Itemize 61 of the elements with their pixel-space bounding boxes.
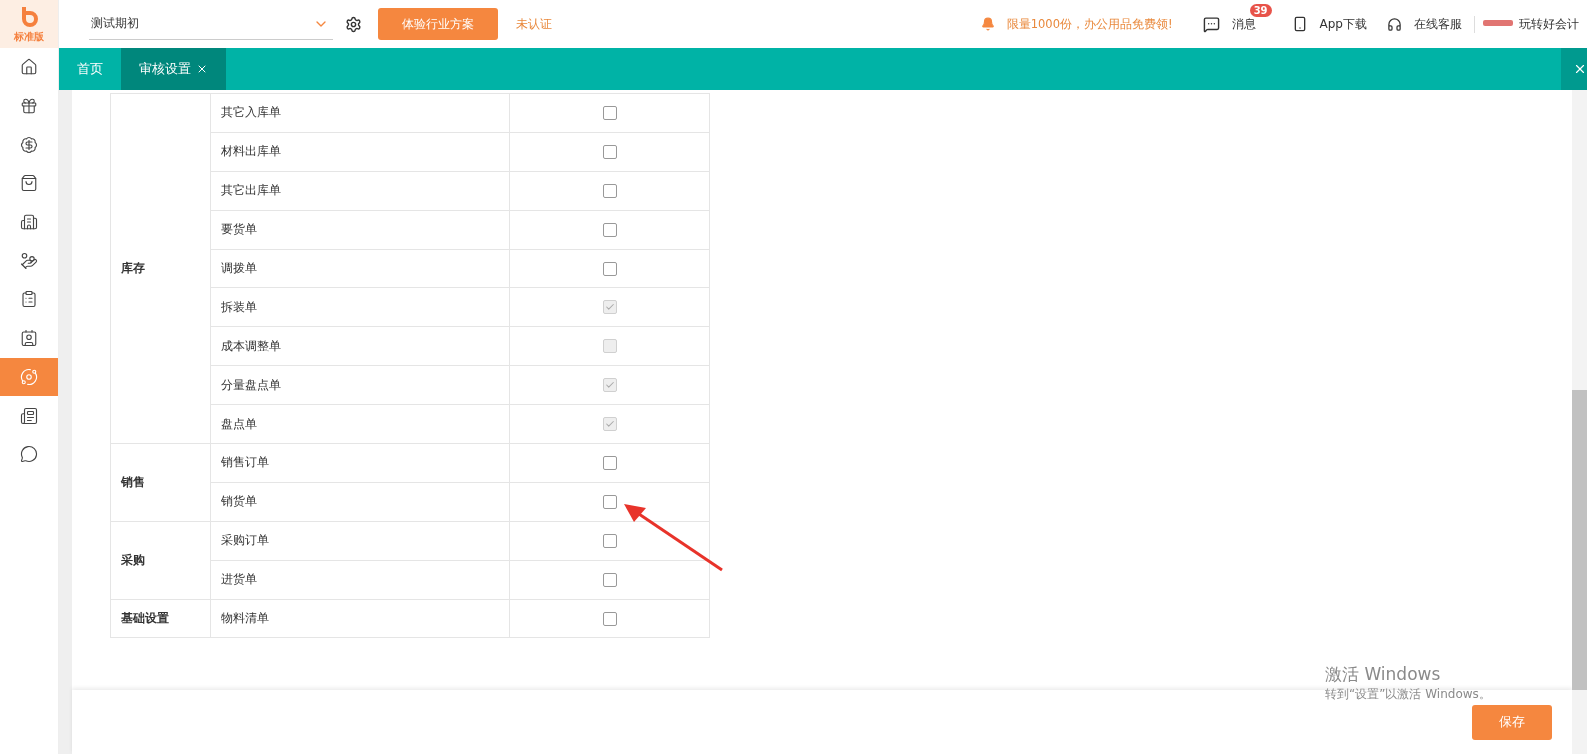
table-cell: 要货单	[211, 209, 510, 249]
home-icon	[20, 58, 38, 77]
table-cell: 采购订单	[211, 520, 510, 560]
bell-icon	[980, 17, 995, 31]
contact-card-icon	[20, 329, 38, 348]
building-icon	[20, 213, 38, 232]
gift-icon	[20, 97, 38, 116]
close-icon[interactable]	[196, 63, 208, 75]
shopping-bag-icon	[20, 174, 38, 193]
check-icon	[604, 419, 615, 430]
close-all-button[interactable]	[1561, 48, 1587, 90]
table-cell: 成本调整单	[211, 326, 510, 366]
logo-text: 标准版	[14, 29, 44, 44]
scrollbar[interactable]	[1572, 90, 1587, 754]
checkbox[interactable]	[602, 494, 617, 509]
table-cell: 盘点单	[211, 404, 510, 443]
newspaper-icon	[20, 406, 38, 425]
status-text: 未认证	[516, 15, 552, 33]
table-cell: 分量盘点单	[211, 365, 510, 405]
message-icon[interactable]	[1202, 15, 1220, 33]
dollar-tag-icon	[20, 135, 38, 154]
checkbox[interactable]	[602, 222, 617, 237]
table-cell: 调拨单	[211, 248, 510, 288]
table-cell: 拆装单	[211, 287, 510, 327]
group-cell: 基础设置	[111, 598, 211, 638]
table-cell: 销售订单	[211, 443, 510, 482]
checkbox[interactable]	[602, 183, 617, 198]
check-icon	[604, 380, 615, 391]
group-cell: 库存	[111, 93, 211, 443]
headset-icon	[1387, 16, 1402, 32]
coins-icon	[20, 251, 38, 270]
table-cell: 其它出库单	[211, 170, 510, 210]
activation-title: 激活 Windows	[1325, 663, 1442, 686]
group-cell: 销售	[111, 443, 211, 521]
group-cell: 采购	[111, 520, 211, 599]
checkbox[interactable]	[602, 455, 617, 470]
messages-link[interactable]: 消息	[1231, 15, 1256, 33]
checkbox[interactable]	[602, 144, 617, 159]
checkbox[interactable]	[602, 611, 617, 626]
settings-icon[interactable]	[345, 15, 362, 33]
table-cell: 进货单	[211, 559, 510, 599]
check-icon	[604, 302, 615, 313]
checkbox[interactable]	[602, 261, 617, 276]
checkbox[interactable]	[602, 105, 617, 120]
close-icon	[1573, 62, 1587, 76]
table-cell: 销货单	[211, 481, 510, 521]
checkbox[interactable]	[602, 572, 617, 587]
activation-message: 转到“设置”以激活 Windows。	[1325, 686, 1491, 703]
tab[interactable]: 审核设置	[121, 48, 226, 90]
chat-icon	[20, 445, 38, 464]
message-count-badge: 39	[1249, 4, 1272, 17]
table-cell: 其它入库单	[211, 93, 510, 132]
orbit-icon	[20, 367, 38, 386]
table-cell: 材料出库单	[211, 131, 510, 171]
table-cell: 物料清单	[211, 598, 510, 638]
app-download-link[interactable]: App下载	[1319, 15, 1367, 33]
clipboard-icon	[20, 290, 38, 309]
account-select[interactable]: 测试期初	[89, 8, 333, 40]
support-link[interactable]: 在线客服	[1414, 15, 1462, 33]
user-link[interactable]: 玩转好会计	[1519, 15, 1579, 33]
checkbox[interactable]	[602, 533, 617, 548]
